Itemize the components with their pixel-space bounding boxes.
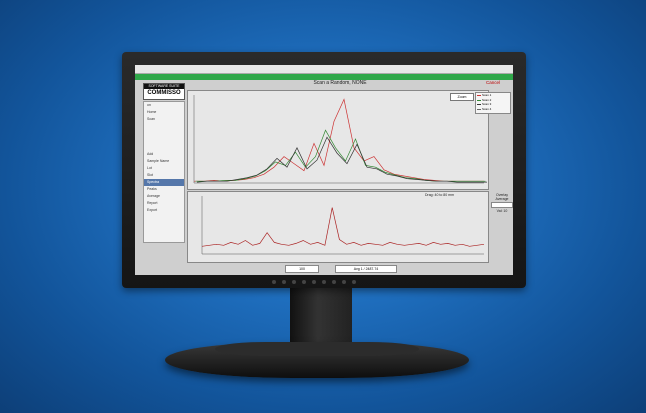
logo: SOFTWARE SUITE COMMISSO [143, 83, 185, 100]
monitor-stand-base-top [215, 342, 419, 356]
series-line [194, 98, 484, 182]
spectra-overlay-plot [187, 90, 489, 190]
legend: Scan 1 Scan 2 Scan 3 Scan 4 [475, 92, 511, 114]
legend-label: Scan 2 [482, 97, 492, 102]
nav-item[interactable]: Peaks [144, 186, 184, 193]
nav-item[interactable]: Scan [144, 116, 184, 123]
monitor-button[interactable] [312, 280, 316, 284]
logo-main-text: COMMISSO [147, 90, 181, 96]
window-titlebar [135, 65, 513, 74]
legend-swatch [477, 95, 481, 96]
monitor-button[interactable] [332, 280, 336, 284]
spectra-overlay-chart [193, 95, 487, 184]
status-field-a[interactable]: 100 [285, 265, 319, 273]
series-line [195, 129, 486, 182]
mode-label: Average [495, 197, 509, 201]
monitor: Scan a Random, NONE Cancel SOFTWARE SUIT… [122, 52, 526, 288]
monitor-button[interactable] [352, 280, 356, 284]
nav-item[interactable]: Spectra [144, 179, 184, 186]
legend-swatch [477, 99, 481, 101]
monitor-button[interactable] [272, 280, 276, 284]
nav-item[interactable]: Sample Name [144, 158, 184, 165]
nav-item[interactable] [144, 137, 184, 144]
status-field-b[interactable]: Avg 1 / 2487.74 [335, 265, 397, 273]
nav-item[interactable]: Average [144, 193, 184, 200]
cancel-button[interactable]: Cancel [486, 80, 500, 85]
monitor-button[interactable] [342, 280, 346, 284]
range-readout: Drag: 40 to 80 mm [425, 193, 454, 197]
legend-entry: Scan 4 [476, 107, 510, 112]
nav-item[interactable]: on [144, 102, 184, 109]
average-spectrum-chart [201, 196, 485, 255]
app-window: Scan a Random, NONE Cancel SOFTWARE SUIT… [135, 65, 513, 275]
nav-item[interactable]: Add [144, 151, 184, 158]
nav-item[interactable]: Report [144, 200, 184, 207]
legend-swatch [477, 108, 481, 110]
monitor-button[interactable] [282, 280, 286, 284]
legend-swatch [477, 104, 481, 105]
monitor-button[interactable] [322, 280, 326, 284]
zoom-button[interactable]: Zoom [450, 93, 474, 101]
value-label: Val: 10 [496, 209, 508, 213]
series-line [196, 136, 487, 183]
legend-label: Scan 3 [482, 102, 492, 106]
side-info: Overlay Average Val: 10 [491, 193, 513, 213]
app-title: Scan a Random, NONE [313, 80, 367, 86]
nav-item[interactable] [144, 123, 184, 130]
legend-label: Scan 4 [482, 106, 492, 111]
series-line [201, 207, 485, 247]
nav-item[interactable] [144, 130, 184, 137]
monitor-button[interactable] [302, 280, 306, 284]
scene: Scan a Random, NONE Cancel SOFTWARE SUIT… [0, 0, 646, 413]
nav-item[interactable]: Slot [144, 172, 184, 179]
average-spectrum-plot [187, 191, 489, 263]
monitor-stand-neck [290, 286, 352, 348]
navigation-panel: on Home Scan Add Sample Name Lot Slot Spectra Pe… [143, 101, 185, 243]
legend-label: Scan 1 [482, 93, 492, 97]
nav-item[interactable]: Export [144, 207, 184, 214]
nav-item[interactable]: Home [144, 109, 184, 116]
nav-item[interactable] [144, 144, 184, 151]
side-input[interactable] [491, 202, 513, 208]
nav-item[interactable]: Lot [144, 165, 184, 172]
monitor-button[interactable] [292, 280, 296, 284]
